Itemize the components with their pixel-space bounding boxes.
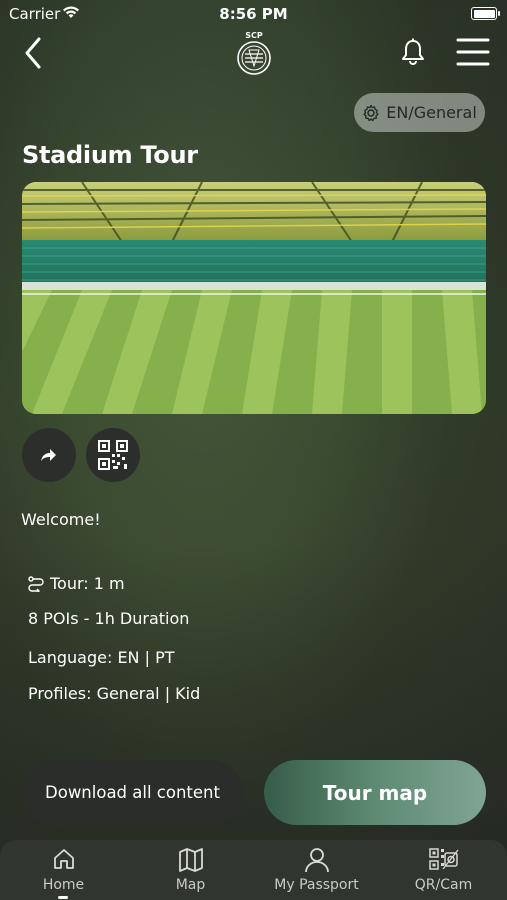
status-bar: Carrier 8:56 PM (0, 0, 507, 28)
tab-qr-cam-label: QR/Cam (414, 877, 473, 893)
tour-distance-label: Tour: 1 m (50, 574, 125, 593)
share-button[interactable] (22, 428, 76, 482)
qr-camera-icon (428, 848, 459, 870)
page-title: Stadium Tour (22, 141, 198, 169)
gear-icon (363, 104, 379, 121)
tab-map-label: Map (175, 877, 206, 893)
share-arrow-icon (41, 449, 56, 461)
stadium-hero-image (22, 182, 486, 414)
menu-button[interactable] (456, 36, 490, 68)
language-profile-selector[interactable]: EN/General (354, 93, 485, 132)
tour-distance: Tour: 1 m (28, 574, 125, 593)
logo-text: SCP (245, 31, 263, 40)
tab-map[interactable]: Map (127, 840, 254, 900)
tab-home-label: Home (42, 877, 85, 893)
tab-bar: Home Map My Passport QR/Cam (0, 840, 507, 900)
qr-code-button[interactable] (86, 428, 140, 482)
pois-duration: 8 POIs - 1h Duration (28, 609, 190, 628)
hamburger-icon (456, 38, 490, 66)
user-icon (304, 848, 329, 873)
bell-icon (402, 38, 424, 65)
back-button[interactable] (20, 36, 50, 70)
tab-home[interactable]: Home (0, 840, 127, 900)
clock: 8:56 PM (219, 5, 288, 23)
language-chip-label: EN/General (386, 103, 477, 122)
home-icon (53, 849, 74, 869)
welcome-text: Welcome! (21, 510, 101, 529)
profiles-info: Profiles: General | Kid (28, 684, 201, 703)
qr-code-icon (98, 440, 128, 470)
route-icon (28, 575, 44, 592)
tab-my-passport-label: My Passport (274, 877, 359, 893)
map-icon (178, 848, 203, 872)
tab-qr-cam[interactable]: QR/Cam (380, 840, 507, 900)
download-all-content-button[interactable]: Download all content (22, 760, 243, 825)
notifications-button[interactable] (400, 38, 426, 66)
tab-my-passport[interactable]: My Passport (253, 840, 380, 900)
active-tab-indicator (58, 896, 68, 899)
chevron-left-icon (25, 37, 41, 69)
language-info: Language: EN | PT (28, 648, 175, 667)
club-logo: SCP (237, 31, 271, 75)
battery-icon (471, 7, 500, 20)
tour-map-button[interactable]: Tour map (264, 760, 486, 825)
